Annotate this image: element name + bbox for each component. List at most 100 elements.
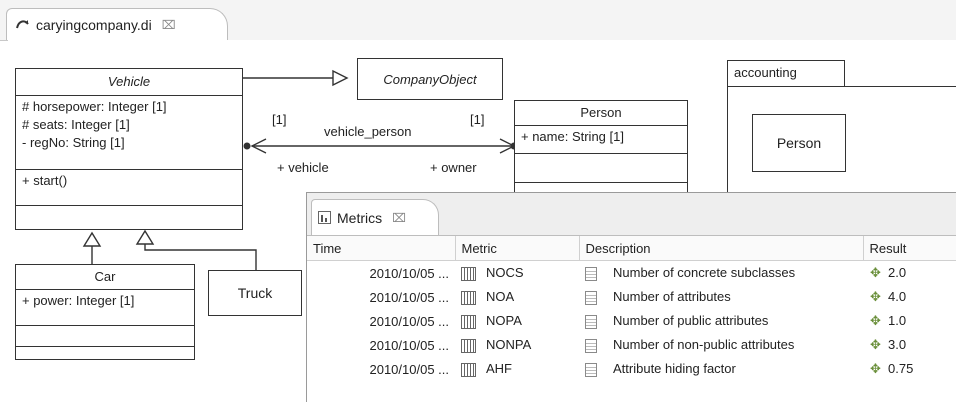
cell-description: Number of attributes [579, 285, 863, 309]
empty-compartment [16, 206, 242, 232]
class-person[interactable]: Person + name: String [1] [514, 100, 688, 200]
table-row[interactable]: 2010/10/05 ... AHF Attribute hiding fact… [307, 357, 956, 381]
cell-metric: AHF [455, 357, 579, 381]
column-header-result[interactable]: Result [863, 236, 956, 261]
metric-name: NONPA [486, 337, 532, 353]
result-icon: ✥ [870, 265, 881, 281]
metric-icon [461, 338, 476, 353]
class-car[interactable]: Car + power: Integer [1] [15, 264, 195, 360]
cell-description: Number of concrete subclasses [579, 261, 863, 286]
association-right-multiplicity: [1] [470, 112, 485, 127]
cell-metric: NOCS [455, 261, 579, 286]
class-companyobject[interactable]: CompanyObject [357, 58, 503, 100]
metrics-tab[interactable]: Metrics ⌧ [311, 199, 439, 235]
class-vehicle[interactable]: Vehicle # horsepower: Integer [1] # seat… [15, 68, 243, 230]
metrics-tab-bar: Metrics ⌧ [307, 193, 956, 236]
association-left-multiplicity: [1] [272, 112, 287, 127]
cell-result: ✥ 4.0 [863, 285, 956, 309]
metric-icon [461, 290, 476, 305]
result-value: 1.0 [888, 312, 907, 328]
metric-name: NOCS [486, 265, 524, 281]
cell-time: 2010/10/05 ... [369, 265, 449, 281]
metric-icon [461, 362, 476, 377]
operation[interactable]: + start() [22, 172, 236, 190]
package-tab[interactable]: accounting [727, 60, 845, 86]
cell-metric: NONPA [455, 333, 579, 357]
result-value: 2.0 [888, 264, 907, 280]
class-name: CompanyObject [383, 71, 477, 87]
cell-metric: NOA [455, 285, 579, 309]
description-text: Attribute hiding factor [613, 361, 736, 377]
operation-compartment [515, 154, 687, 183]
table-header-row: Time Metric Description Result [307, 236, 956, 261]
result-icon: ✥ [870, 289, 881, 305]
cell-description: Attribute hiding factor [579, 357, 863, 381]
cell-metric: NOPA [455, 309, 579, 333]
cell-result: ✥ 0.75 [863, 357, 956, 381]
cell-result: ✥ 3.0 [863, 333, 956, 357]
column-header-description[interactable]: Description [579, 236, 864, 261]
table-row[interactable]: 2010/10/05 ... NOA Number of attributes … [307, 285, 956, 309]
class-name: Person [515, 101, 687, 126]
attribute-compartment: # horsepower: Integer [1] # seats: Integ… [16, 96, 242, 170]
description-text: Number of public attributes [613, 313, 769, 329]
attribute[interactable]: + power: Integer [1] [22, 292, 188, 310]
column-header-time[interactable]: Time [307, 236, 456, 261]
attribute[interactable]: - regNo: String [1] [22, 134, 236, 152]
metrics-tab-label: Metrics [337, 209, 383, 226]
generalization-arrow-car [82, 231, 102, 247]
result-value: 4.0 [888, 288, 907, 304]
result-icon: ✥ [870, 337, 881, 353]
attribute[interactable]: + name: String [1] [521, 128, 681, 146]
class-name: Truck [237, 285, 273, 301]
package-name: accounting [734, 65, 797, 80]
operation-compartment [16, 326, 194, 347]
attribute-compartment: + power: Integer [1] [16, 290, 194, 326]
metric-name: NOPA [486, 313, 522, 329]
cell-time: 2010/10/05 ... [369, 313, 449, 329]
cell-time: 2010/10/05 ... [369, 289, 449, 305]
cell-time: 2010/10/05 ... [369, 337, 449, 353]
cell-result: ✥ 2.0 [863, 261, 956, 286]
result-icon: ✥ [870, 313, 881, 329]
association-left-role: + vehicle [277, 160, 329, 175]
metric-name: NOA [486, 289, 515, 305]
association-right-role: + owner [430, 160, 477, 175]
class-name: Car [16, 265, 194, 290]
operation-compartment: + start() [16, 170, 242, 206]
column-header-metric[interactable]: Metric [455, 236, 580, 261]
class-name: Vehicle [16, 69, 242, 96]
metrics-table: Time Metric Description Result 2010/10/0… [307, 236, 956, 381]
attribute[interactable]: # seats: Integer [1] [22, 116, 236, 134]
metrics-view: Metrics ⌧ Time Metric Description Result… [306, 192, 956, 402]
cell-description: Number of public attributes [579, 309, 863, 333]
table-row[interactable]: 2010/10/05 ... NOCS Number of concrete s… [307, 261, 956, 286]
metrics-view-icon [318, 211, 331, 224]
generalization-arrow-truck [135, 229, 155, 245]
attribute[interactable]: # horsepower: Integer [1] [22, 98, 236, 116]
result-value: 0.75 [888, 360, 914, 376]
description-text: Number of concrete subclasses [613, 265, 796, 281]
cell-description: Number of non-public attributes [579, 333, 863, 357]
cell-result: ✥ 1.0 [863, 309, 956, 333]
empty-compartment [16, 347, 194, 367]
package-class-person[interactable]: Person [752, 114, 846, 172]
class-truck[interactable]: Truck [208, 270, 302, 316]
document-icon [585, 314, 597, 329]
metric-name: AHF [486, 361, 512, 377]
result-value: 3.0 [888, 336, 907, 352]
association-end-left [243, 142, 251, 150]
metric-icon [461, 314, 476, 329]
description-text: Number of attributes [613, 289, 731, 305]
association-name: vehicle_person [324, 124, 412, 139]
close-icon[interactable]: ⌧ [392, 211, 406, 225]
document-icon [585, 362, 597, 377]
document-icon [585, 266, 597, 281]
table-row[interactable]: 2010/10/05 ... NONPA Number of non-publi… [307, 333, 956, 357]
table-row[interactable]: 2010/10/05 ... NOPA Number of public att… [307, 309, 956, 333]
result-icon: ✥ [870, 361, 881, 377]
class-name: Person [776, 135, 822, 151]
description-text: Number of non-public attributes [613, 337, 795, 353]
document-icon [585, 290, 597, 305]
metric-icon [461, 266, 476, 281]
